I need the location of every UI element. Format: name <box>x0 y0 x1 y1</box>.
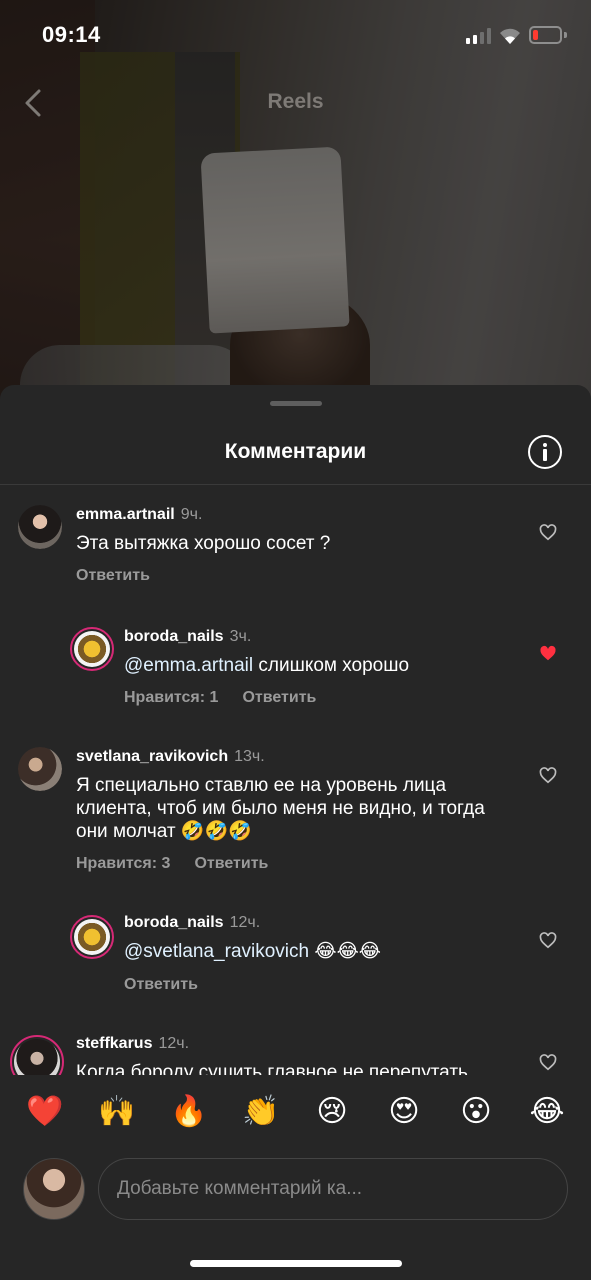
like-icon[interactable] <box>539 524 557 541</box>
comment-time: 13ч. <box>234 748 265 765</box>
comment-text: @emma.artnail слишком хорошо <box>124 655 410 676</box>
like-icon[interactable] <box>539 1054 557 1071</box>
comment-time: 9ч. <box>180 506 203 523</box>
avatar[interactable] <box>18 505 62 549</box>
reply-button[interactable]: Ответить <box>124 976 198 993</box>
comment-username[interactable]: emma.artnail <box>76 506 175 523</box>
comment-username[interactable]: steffkarus <box>76 1035 152 1052</box>
comment-time: 12ч. <box>229 914 261 931</box>
like-icon[interactable] <box>539 932 557 949</box>
comment-time: 12ч. <box>158 1035 190 1052</box>
avatar[interactable] <box>70 915 114 959</box>
comment-time: 3ч. <box>229 628 252 645</box>
wifi-icon <box>500 28 520 44</box>
raised-hands-emoji-button[interactable]: 🙌 <box>97 1092 137 1132</box>
heart-eyes-emoji-button[interactable]: 😍 <box>384 1092 424 1132</box>
page-title: Reels <box>267 90 324 113</box>
cellular-signal-icon <box>466 28 492 44</box>
status-bar: 09:14 <box>0 0 591 70</box>
mention-link[interactable]: @emma.artnail <box>124 655 253 676</box>
clap-emoji-button[interactable]: 👏 <box>241 1092 281 1132</box>
comment-text: Когда бороду сушить главное не перепутат… <box>76 1062 468 1075</box>
status-time: 09:14 <box>42 22 101 47</box>
emoji-reaction-bar: ❤️ 🙌 🔥 👏 😢 😍 😮 😂 <box>0 1092 591 1138</box>
battery-icon <box>529 26 567 44</box>
comments-sheet: Комментарии emma.artnail 9ч. Эта вытяжка … <box>0 385 591 1280</box>
mention-link[interactable]: @svetlana_ravikovich <box>124 941 309 962</box>
home-indicator[interactable] <box>190 1260 402 1267</box>
surprised-emoji-button[interactable]: 😮 <box>456 1092 496 1132</box>
like-count[interactable]: Нравится: 1 <box>124 689 218 706</box>
avatar[interactable] <box>70 627 114 671</box>
comment-username[interactable]: boroda_nails <box>124 628 224 645</box>
reply-button[interactable]: Ответить <box>194 855 268 872</box>
reply-button[interactable]: Ответить <box>76 567 150 584</box>
my-avatar <box>23 1158 85 1220</box>
sheet-title: Комментарии <box>224 440 367 463</box>
fire-emoji-button[interactable]: 🔥 <box>169 1092 209 1132</box>
avatar[interactable] <box>10 1035 64 1075</box>
comment-username[interactable]: boroda_nails <box>124 914 224 931</box>
like-icon[interactable] <box>539 767 557 784</box>
info-icon[interactable] <box>528 435 562 469</box>
comment-text: Я специально ставлю ее на уровень лица к… <box>76 775 485 842</box>
sheet-grabber[interactable] <box>270 401 322 406</box>
heart-emoji-button[interactable]: ❤️ <box>25 1092 65 1132</box>
laughing-emoji-button[interactable]: 😂 <box>527 1092 567 1132</box>
crying-emoji-button[interactable]: 😢 <box>312 1092 352 1132</box>
liked-heart-icon[interactable] <box>539 645 557 662</box>
comment-composer <box>0 1150 591 1230</box>
comment-username[interactable]: svetlana_ravikovich <box>76 748 228 765</box>
comment-text: @svetlana_ravikovich 😂😂😂 <box>124 941 381 962</box>
avatar[interactable] <box>18 747 62 791</box>
comments-list[interactable]: emma.artnail 9ч. Эта вытяжка хорошо сосет… <box>0 485 591 1075</box>
reply-button[interactable]: Ответить <box>242 689 316 706</box>
comment-text: Эта вытяжка хорошо сосет ? <box>76 533 331 554</box>
comment-input[interactable] <box>98 1158 568 1220</box>
like-count[interactable]: Нравится: 3 <box>76 855 170 872</box>
